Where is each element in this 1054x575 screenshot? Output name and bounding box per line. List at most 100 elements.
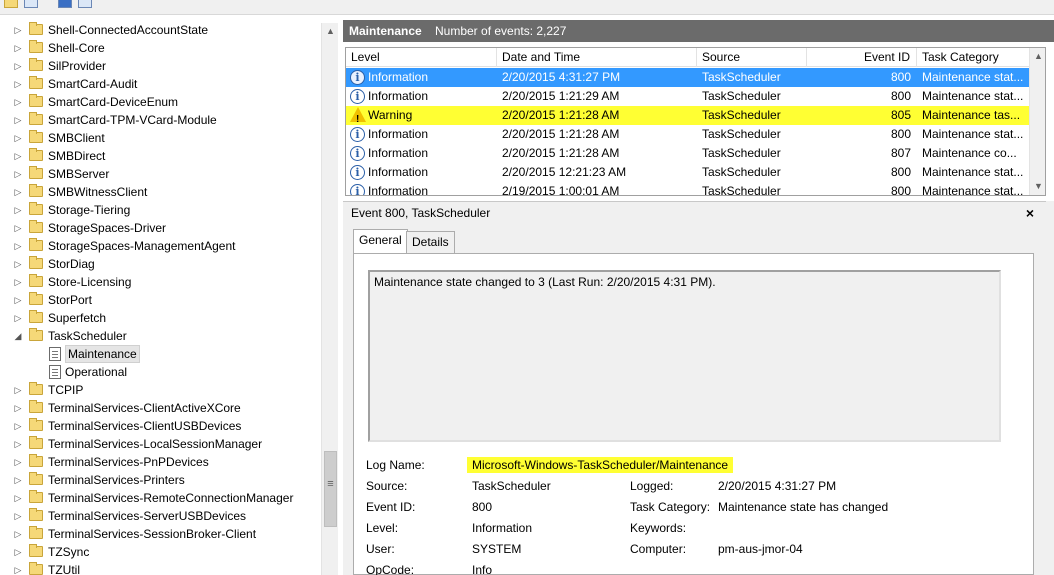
expand-arrow-icon[interactable]: ▷ [13,219,23,237]
expand-arrow-icon[interactable]: ▷ [13,21,23,39]
expand-arrow-icon[interactable]: ▷ [13,201,23,219]
expand-arrow-icon[interactable]: ▷ [13,273,23,291]
user-label: User: [366,542,395,556]
event-category: Maintenance stat... [922,127,1024,141]
expand-arrow-icon[interactable]: ▷ [13,75,23,93]
column-header-date[interactable]: Date and Time [497,48,697,67]
tree-item-label: SmartCard-DeviceEnum [48,95,179,109]
expand-arrow-icon[interactable]: ▷ [13,471,23,489]
expand-arrow-icon[interactable]: ▷ [13,93,23,111]
event-message-box[interactable]: Maintenance state changed to 3 (Last Run… [368,270,1001,442]
folder-icon [29,94,43,107]
tab-details[interactable]: Details [406,231,455,254]
scroll-up-icon[interactable]: ▲ [322,23,338,40]
event-details-body: General Details Maintenance state change… [343,224,1046,575]
event-row[interactable]: i Information 2/20/2015 1:21:28 AM TaskSche… [346,125,1029,144]
expand-arrow-icon[interactable]: ▷ [13,57,23,75]
information-icon: i [350,184,365,195]
details-scrollbar[interactable] [1046,201,1054,575]
scroll-up-icon[interactable]: ▲ [1030,48,1045,65]
event-category: Maintenance stat... [922,70,1024,84]
event-row[interactable]: i Information 2/20/2015 4:31:27 PM TaskSche… [346,68,1029,87]
expand-arrow-icon[interactable]: ▷ [13,165,23,183]
keywords-label: Keywords: [630,521,687,535]
show-hide-pane-icon[interactable] [78,0,92,8]
expand-arrow-icon[interactable]: ▷ [13,237,23,255]
event-date: 2/20/2015 1:21:28 AM [502,108,620,122]
folder-icon [29,490,43,503]
information-icon: i [350,70,365,85]
column-header-source[interactable]: Source [697,48,807,67]
user-value: SYSTEM [472,542,522,556]
grid-scrollbar[interactable]: ▲ ▼ [1029,48,1045,195]
event-row[interactable]: i Information 2/20/2015 1:21:29 AM TaskSche… [346,87,1029,106]
tree-scrollbar[interactable]: ▲ ≡ [321,23,338,575]
expand-arrow-icon[interactable]: ▷ [13,435,23,453]
expand-arrow-icon[interactable]: ▷ [13,255,23,273]
tree-item-label: SMBServer [48,167,110,181]
close-icon[interactable]: × [1026,202,1034,225]
expand-arrow-icon[interactable]: ▷ [13,417,23,435]
tree-item-label: Shell-ConnectedAccountState [48,23,209,37]
tree-item-label: TerminalServices-ClientUSBDevices [48,419,242,433]
event-row[interactable]: i Information 2/20/2015 12:21:23 AM TaskSch… [346,163,1029,182]
expand-arrow-icon[interactable]: ▷ [13,147,23,165]
properties-icon[interactable] [24,0,38,8]
scroll-thumb[interactable]: ≡ [324,451,337,527]
gripper-icon: ≡ [327,478,334,490]
open-folder-icon[interactable] [4,0,18,8]
expand-arrow-icon[interactable]: ▷ [13,561,23,575]
folder-icon [29,562,43,575]
folder-icon [29,436,43,449]
expand-arrow-icon[interactable]: ▷ [13,525,23,543]
expand-arrow-icon[interactable]: ▷ [13,399,23,417]
expand-arrow-icon[interactable]: ▷ [13,489,23,507]
task-category-label: Task Category: [630,500,711,514]
event-id: 800 [890,184,911,196]
expand-arrow-icon[interactable]: ▷ [13,111,23,129]
expand-arrow-icon[interactable]: ▷ [13,543,23,561]
event-date: 2/20/2015 1:21:28 AM [502,127,620,141]
folder-icon [29,292,43,305]
tree-item-label: StorageSpaces-Driver [48,221,167,235]
expand-arrow-icon[interactable]: ▷ [13,453,23,471]
expand-arrow-icon[interactable]: ▷ [13,381,23,399]
expand-arrow-icon[interactable]: ▷ [13,291,23,309]
folder-icon [29,130,43,143]
toolbar [0,0,1054,15]
tree-item-label: SmartCard-Audit [48,77,138,91]
event-source: TaskScheduler [702,108,781,122]
tree-item-label: SilProvider [48,59,107,73]
tree-item-label: Maintenance [65,345,140,363]
column-header-level[interactable]: Level [346,48,497,67]
information-icon: i [350,165,365,180]
warning-icon: ! [350,107,366,125]
event-row[interactable]: i Information 2/19/2015 1:00:01 AM TaskSche… [346,182,1029,196]
tree-item-label: TerminalServices-LocalSessionManager [48,437,263,451]
column-header-task-category[interactable]: Task Category [917,48,1029,67]
column-header-event-id[interactable]: Event ID [807,48,917,67]
help-icon[interactable] [58,0,72,8]
tree-item-label: TZSync [48,545,90,559]
expand-arrow-icon[interactable]: ▷ [13,39,23,57]
expand-arrow-icon[interactable]: ▷ [13,183,23,201]
expand-arrow-icon[interactable]: ▷ [13,129,23,147]
tree-item-label: StorDiag [48,257,95,271]
scroll-down-icon[interactable]: ▼ [1030,178,1045,195]
event-level: Warning [368,108,413,122]
level-value: Information [472,521,533,535]
expand-arrow-icon[interactable]: ▷ [13,309,23,327]
tree-item-label: TerminalServices-ServerUSBDevices [48,509,247,523]
folder-icon [29,544,43,557]
tree-item-label: StorPort [48,293,93,307]
tab-general[interactable]: General [353,229,408,255]
folder-icon [29,202,43,215]
event-row[interactable]: i Information 2/20/2015 1:21:28 AM TaskSche… [346,144,1029,163]
computer-label: Computer: [630,542,687,556]
event-row[interactable]: ! Warning 2/20/2015 1:21:28 AM TaskSchedule… [346,106,1029,125]
event-id-value: 800 [472,500,493,514]
log-icon [49,347,61,361]
expand-arrow-icon[interactable]: ▷ [13,507,23,525]
tree-item-label: TaskScheduler [48,329,127,343]
collapse-arrow-icon[interactable]: ◢ [13,327,23,345]
